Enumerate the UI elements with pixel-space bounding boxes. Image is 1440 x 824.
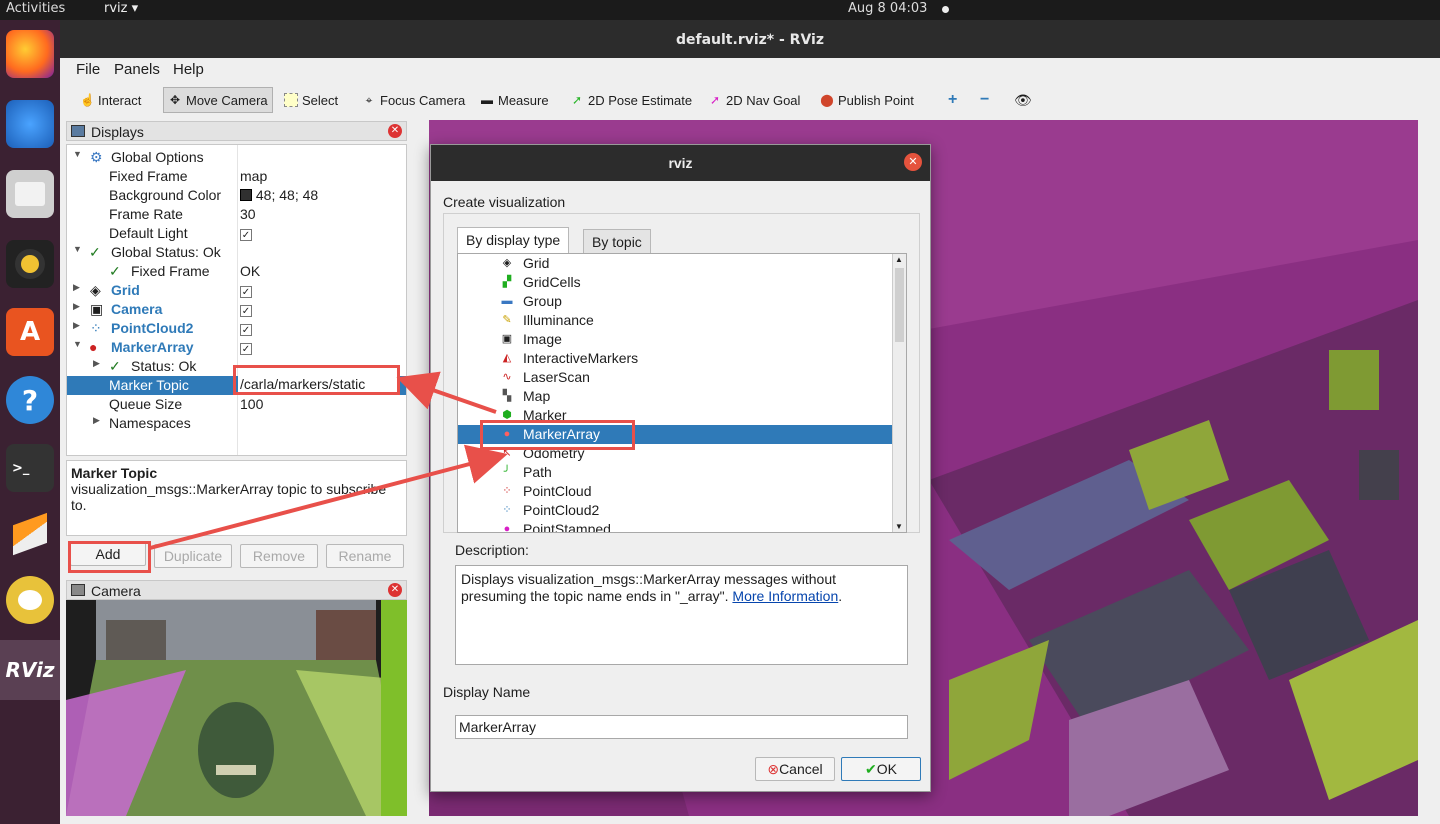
arrow-to-markerarray — [149, 444, 508, 550]
arrow-to-marker-topic — [396, 371, 497, 414]
annotation-arrows — [149, 371, 508, 550]
